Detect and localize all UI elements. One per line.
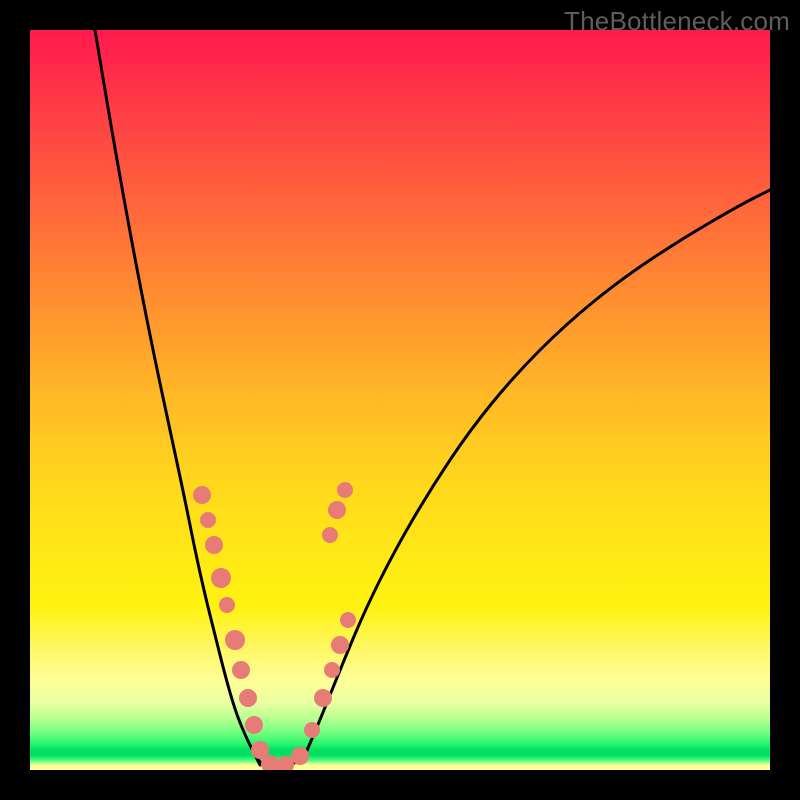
data-dot	[304, 722, 320, 738]
plot-area	[30, 30, 770, 770]
data-dot	[219, 597, 235, 613]
curve-left-curve	[95, 30, 260, 765]
data-dot	[200, 512, 216, 528]
bottleneck-curve	[95, 30, 770, 768]
data-dot	[337, 482, 353, 498]
data-dot	[193, 486, 211, 504]
data-dot	[239, 689, 257, 707]
data-dot	[245, 716, 263, 734]
data-dot	[225, 630, 245, 650]
data-dot	[331, 636, 349, 654]
watermark-text: TheBottleneck.com	[564, 6, 790, 37]
data-dots	[193, 482, 356, 770]
data-dot	[324, 662, 340, 678]
data-dot	[291, 747, 309, 765]
curve-svg	[30, 30, 770, 770]
data-dot	[314, 689, 332, 707]
curve-right-curve	[305, 190, 770, 755]
data-dot	[205, 536, 223, 554]
data-dot	[322, 527, 338, 543]
data-dot	[328, 501, 346, 519]
data-dot	[211, 568, 231, 588]
data-dot	[232, 661, 250, 679]
chart-container: TheBottleneck.com	[0, 0, 800, 800]
data-dot	[340, 612, 356, 628]
